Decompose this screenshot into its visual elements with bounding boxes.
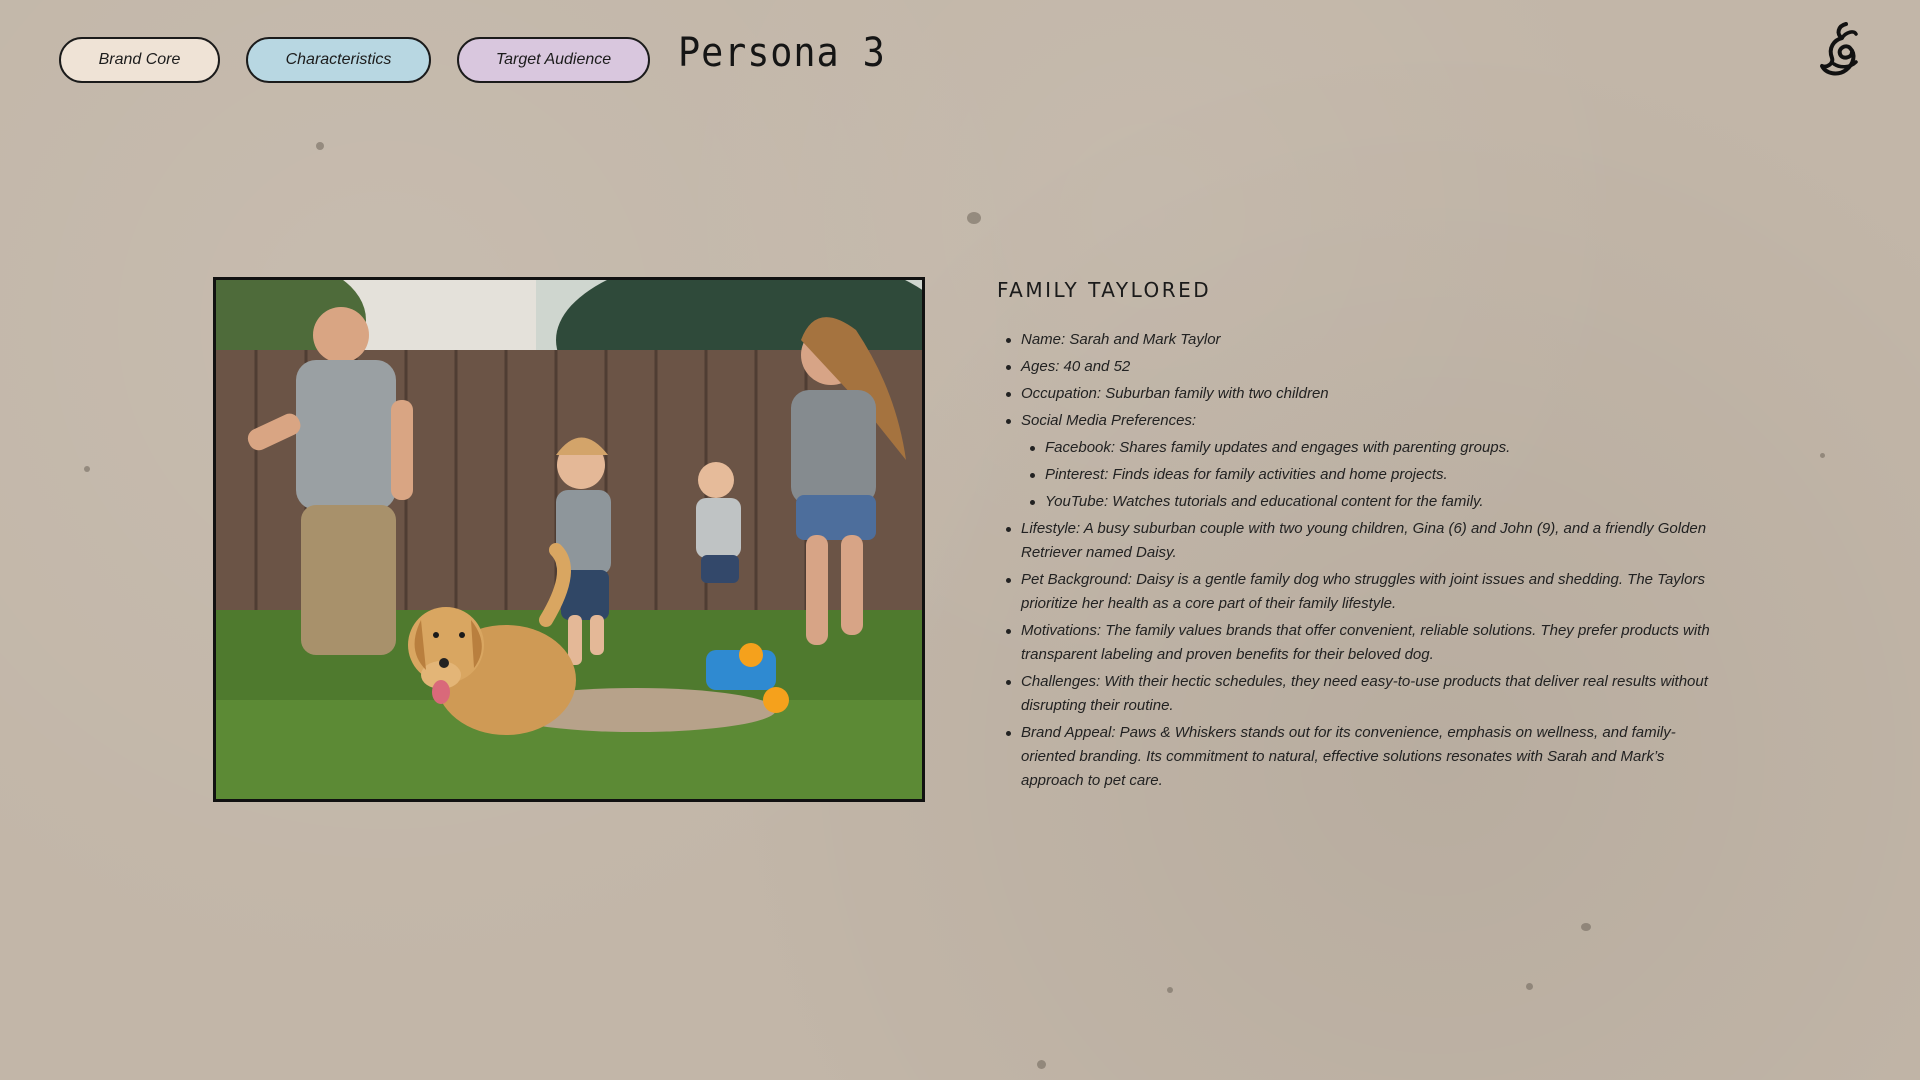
- list-item: Pinterest: Finds ideas for family activi…: [1030, 463, 1717, 487]
- persona-list: Name: Sarah and Mark Taylor Ages: 40 and…: [997, 328, 1717, 793]
- list-item: Motivations: The family values brands th…: [1006, 619, 1717, 667]
- family-photo: [213, 277, 925, 802]
- list-item: Facebook: Shares family updates and enga…: [1030, 436, 1717, 460]
- list-item: Ages: 40 and 52: [1006, 355, 1717, 379]
- list-item: Social Media Preferences: Facebook: Shar…: [1006, 409, 1717, 514]
- paper-speck: [967, 212, 981, 224]
- brand-core-button[interactable]: Brand Core: [59, 37, 220, 83]
- social-media-list: Facebook: Shares family updates and enga…: [1021, 436, 1717, 514]
- page-title: Persona 3: [678, 30, 886, 76]
- paper-speck: [1526, 983, 1533, 990]
- list-item: Pet Background: Daisy is a gentle family…: [1006, 568, 1717, 616]
- list-item: Name: Sarah and Mark Taylor: [1006, 328, 1717, 352]
- paper-speck: [316, 142, 324, 150]
- characteristics-button[interactable]: Characteristics: [246, 37, 431, 83]
- social-media-label: Social Media Preferences:: [1021, 412, 1197, 429]
- list-item: Challenges: With their hectic schedules,…: [1006, 670, 1717, 718]
- paper-speck: [1581, 923, 1591, 931]
- list-item: YouTube: Watches tutorials and education…: [1030, 490, 1717, 514]
- target-audience-button[interactable]: Target Audience: [457, 37, 650, 83]
- persona-details: FAMILY TAYLORED Name: Sarah and Mark Tay…: [997, 278, 1717, 796]
- list-item: Occupation: Suburban family with two chi…: [1006, 382, 1717, 406]
- list-item: Brand Appeal: Paws & Whiskers stands out…: [1006, 721, 1717, 793]
- paper-speck: [1820, 453, 1825, 458]
- list-item: Lifestyle: A busy suburban couple with t…: [1006, 517, 1717, 565]
- paper-speck: [1037, 1060, 1046, 1069]
- swirl-logo-icon: [1816, 18, 1864, 84]
- paper-speck: [84, 466, 90, 472]
- paper-speck: [1167, 987, 1173, 993]
- persona-heading: FAMILY TAYLORED: [997, 278, 1212, 302]
